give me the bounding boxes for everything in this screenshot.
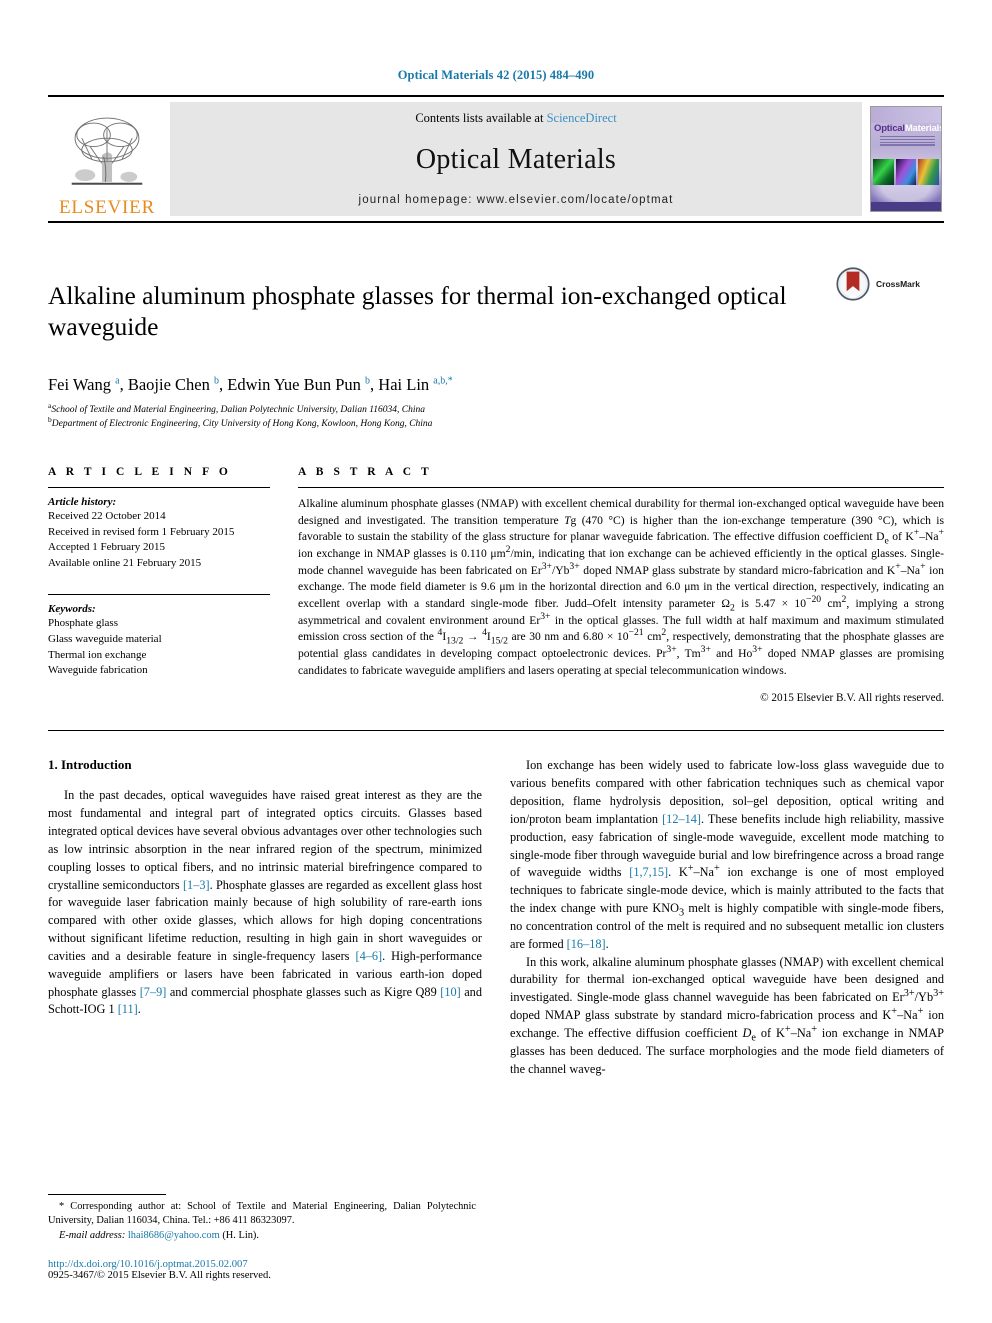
title-area: Alkaline aluminum phosphate glasses for … [48,263,944,359]
keyword-item: Thermal ion exchange [48,648,147,661]
journal-cover-block: OpticalMaterials [868,97,944,221]
email-label: E-mail address: [59,1229,126,1241]
history-accepted: Accepted 1 February 2015 [48,541,165,554]
keyword-item: Waveguide fabrication [48,664,148,677]
body-columns: 1. Introduction In the past decades, opt… [48,757,944,1078]
cover-image-strip [873,159,940,185]
email-suffix: (H. Lin). [222,1229,259,1241]
elsevier-logo: ELSEVIER [48,97,166,221]
section-heading-introduction: 1. Introduction [48,757,132,773]
issn-copyright-line: 0925-3467/© 2015 Elsevier B.V. All right… [48,1270,271,1281]
cover-top-strip [871,107,941,123]
elsevier-tree-icon [71,117,143,185]
abstract-heading: A B S T R A C T [298,465,433,478]
cover-title-part1: Optical [874,123,905,134]
affiliation-b-text: Department of Electronic Engineering, Ci… [51,419,433,430]
abstract-copyright: © 2015 Elsevier B.V. All rights reserved… [760,692,944,705]
article-info-column: A R T I C L E I N F O Article history: R… [48,466,298,705]
journal-band: Contents lists available at ScienceDirec… [170,102,862,216]
body-column-left: 1. Introduction In the past decades, opt… [48,757,482,1078]
info-abstract-block: A R T I C L E I N F O Article history: R… [48,465,945,705]
journal-homepage-link[interactable]: journal homepage: www.elsevier.com/locat… [359,194,674,206]
crossmark-label: CrossMark [876,279,920,289]
affiliation-a: aSchool of Textile and Material Engineer… [48,402,944,418]
history-online: Available online 21 February 2015 [48,556,202,569]
divider [298,486,944,488]
running-head: Optical Materials 42 (2015) 484–490 [397,68,595,82]
email-line: E-mail address: lhai8686@yahoo.com (H. L… [48,1229,476,1243]
journal-title: Optical Materials [415,144,617,175]
sciencedirect-link[interactable]: ScienceDirect [547,111,617,125]
keyword-item: Phosphate glass [48,617,118,630]
doi-block: http://dx.doi.org/10.1016/j.optmat.2015.… [48,1259,476,1281]
journal-masthead: ELSEVIER Contents lists available at Sci… [48,95,944,223]
cover-bottom-bar [871,202,941,211]
elsevier-wordmark: ELSEVIER [58,197,156,218]
affiliation-a-text: School of Textile and Material Engineeri… [51,405,425,416]
divider [48,486,270,488]
keyword-item: Glass waveguide material [48,632,162,645]
article-history-label: Article history: [48,495,117,508]
cover-title: OpticalMaterials [874,123,942,134]
footnote-area: * Corresponding author at: School of Tex… [48,1193,476,1281]
email-line-inner: E-mail address: lhai8686@yahoo.com (H. L… [48,1229,476,1243]
cover-title-part2: Materials [904,123,942,134]
journal-cover-thumbnail: OpticalMaterials [870,106,942,212]
crossmark-badge[interactable]: CrossMark [836,263,920,301]
divider [48,594,270,596]
contents-prefix: Contents lists available at [415,111,547,125]
divider [48,730,944,732]
doi-link[interactable]: http://dx.doi.org/10.1016/j.optmat.2015.… [48,1259,476,1270]
article-info-heading: A R T I C L E I N F O [48,465,232,478]
paper-page: Optical Materials 42 (2015) 484–490 ELSE… [0,0,992,1323]
history-revised: Received in revised form 1 February 2015 [48,525,235,538]
paragraph: Ion exchange has been widely used to fab… [510,758,945,951]
affiliation-b: bDepartment of Electronic Engineering, C… [48,416,944,432]
page-title: Alkaline aluminum phosphate glasses for … [48,281,787,342]
history-received: Received 22 October 2014 [48,509,166,522]
contents-lists-line: Contents lists available at ScienceDirec… [415,111,616,126]
paragraph: In this work, alkaline aluminum phosphat… [510,954,945,1076]
abstract-column: A B S T R A C T Alkaline aluminum phosph… [298,465,945,705]
footnote-divider [48,1193,166,1195]
corresponding-author-note: * Corresponding author at: School of Tex… [48,1200,476,1227]
cover-subtitle-lines [880,136,935,148]
author-list: Fei Wang a, Baojie Chen b, Edwin Yue Bun… [48,375,453,395]
keywords-label: Keywords: [48,603,96,616]
email-link[interactable]: lhai8686@yahoo.com [128,1230,220,1241]
affiliations: aSchool of Textile and Material Engineer… [48,402,944,432]
body-column-right: Ion exchange has been widely used to fab… [510,757,944,1078]
abstract-text: Alkaline aluminum phosphate glasses (NMA… [298,496,945,677]
crossmark-icon [836,267,870,301]
paragraph: In the past decades, optical waveguides … [48,788,482,1017]
